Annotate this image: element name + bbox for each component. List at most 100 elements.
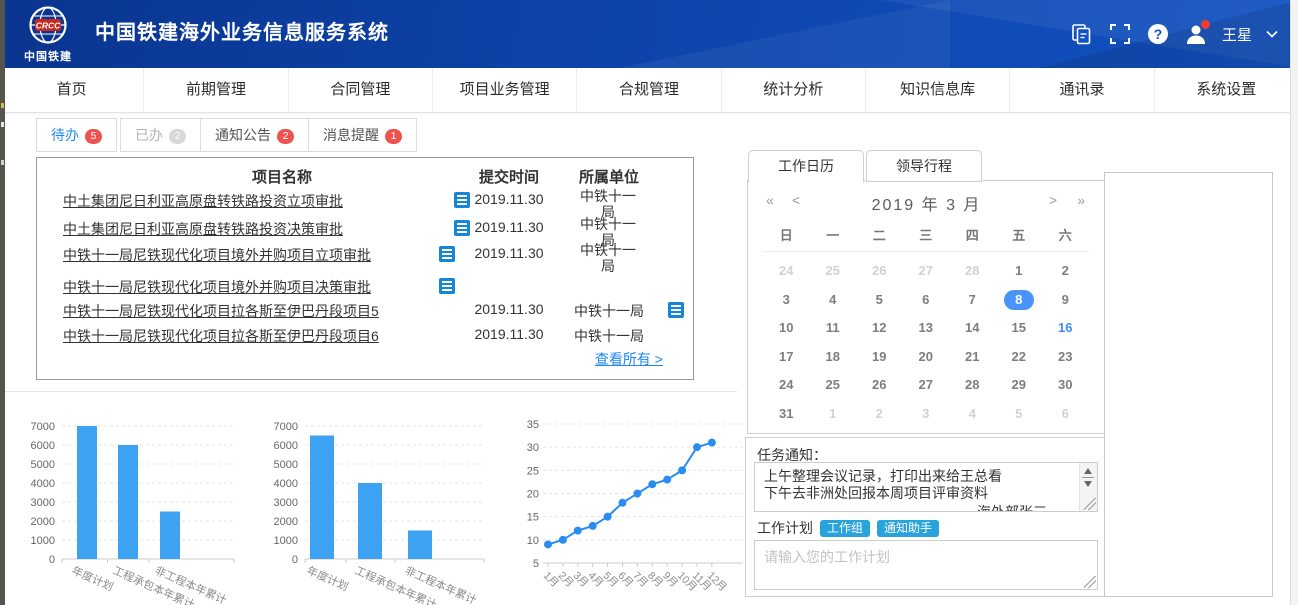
nav-item-contacts[interactable]: 通讯录 [1010, 68, 1154, 112]
calendar-day[interactable]: 24 [763, 257, 810, 286]
calendar-day[interactable]: 5 [856, 286, 903, 315]
calendar-day[interactable]: 3 [763, 286, 810, 315]
svg-text:4000: 4000 [31, 478, 55, 490]
calendar-day[interactable]: 3 [903, 400, 950, 429]
calendar-day[interactable]: 18 [810, 343, 857, 372]
table-row: 中铁十一局尼铁现代化项目境外并购项目立项审批2019.11.30中铁十一局 [37, 245, 693, 265]
calendar-day[interactable]: 31 [763, 400, 810, 429]
calendar-day[interactable]: 26 [856, 257, 903, 286]
nav-item-pre-stage[interactable]: 前期管理 [144, 68, 288, 112]
project-name-link[interactable]: 中土集团尼日利亚高原盘转铁路投资立项审批 [63, 191, 343, 211]
nav-item-home[interactable]: 首页 [0, 68, 144, 112]
user-name[interactable]: 王星 [1222, 24, 1252, 45]
calendar-day[interactable]: 6 [903, 286, 950, 315]
calendar-day[interactable]: 25 [810, 257, 857, 286]
view-all-link[interactable]: 查看所有 > [595, 349, 663, 369]
calendar-day[interactable]: 29 [996, 371, 1043, 400]
calendar-day[interactable]: 22 [996, 343, 1043, 372]
table-row: 中铁十一局尼铁现代化项目拉各斯至伊巴丹段项目52019.11.30中铁十一局 [37, 301, 693, 321]
nav-item-statistics[interactable]: 统计分析 [722, 68, 866, 112]
tab-notice[interactable]: 通知公告2 [200, 118, 309, 152]
scroll-down-icon[interactable] [1084, 481, 1092, 487]
calendar-day[interactable]: 1 [996, 257, 1043, 286]
work-plan-placeholder: 请输入您的工作计划 [764, 547, 890, 567]
project-name-link[interactable]: 中土集团尼日利亚高原盘转铁路投资决策审批 [63, 219, 343, 239]
calendar-day[interactable]: 2 [856, 400, 903, 429]
calendar-day[interactable]: 7 [949, 286, 996, 315]
calendar-day[interactable]: 4 [810, 286, 857, 315]
nav-item-contract[interactable]: 合同管理 [289, 68, 433, 112]
prev-month-button[interactable]: < [788, 192, 804, 208]
crcc-logo[interactable]: CRCC 中国铁建 [18, 5, 78, 65]
calendar-day[interactable]: 23 [1042, 343, 1089, 372]
next-month-button[interactable]: > [1045, 192, 1061, 208]
calendar-day[interactable]: 17 [763, 343, 810, 372]
calendar-day[interactable]: 13 [903, 314, 950, 343]
resize-handle-icon[interactable] [1084, 576, 1096, 588]
notify-assistant-button[interactable]: 通知助手 [877, 520, 939, 537]
svg-text:12月: 12月 [705, 570, 729, 594]
calendar-day[interactable]: 4 [949, 400, 996, 429]
tab-work-calendar[interactable]: 工作日历 [748, 150, 864, 183]
project-name-link[interactable]: 中铁十一局尼铁现代化项目拉各斯至伊巴丹段项目6 [63, 326, 379, 346]
task-line: 下午去非洲处回报本周项目评审资料 [764, 485, 1073, 502]
next-year-button[interactable]: » [1073, 192, 1089, 208]
tab-done[interactable]: 已办2 [120, 118, 201, 152]
chevron-down-icon[interactable] [1266, 30, 1278, 38]
calendar-day[interactable]: 28 [949, 371, 996, 400]
nav-item-settings[interactable]: 系统设置 [1155, 68, 1298, 112]
project-name-link[interactable]: 中铁十一局尼铁现代化项目境外并购项目决策审批 [63, 277, 371, 297]
calendar-day[interactable]: 11 [810, 314, 857, 343]
help-icon[interactable]: ? [1146, 22, 1170, 46]
calendar-day[interactable]: 2 [1042, 257, 1089, 286]
column-header-project-name: 项目名称 [67, 166, 497, 187]
calendar-day[interactable]: 24 [763, 371, 810, 400]
calendar-day[interactable]: 27 [903, 371, 950, 400]
work-plan-textarea[interactable]: 请输入您的工作计划 [754, 540, 1098, 590]
project-name-link[interactable]: 中铁十一局尼铁现代化项目境外并购项目立项审批 [63, 245, 371, 265]
task-notice-textarea[interactable]: 上午整理会议记录，打印出来给王总看下午去非洲处回报本周项目评审资料 海外部张三 [754, 462, 1098, 512]
form-icon[interactable] [439, 278, 455, 294]
form-icon[interactable] [668, 302, 684, 318]
calendar-day[interactable]: 9 [1042, 286, 1089, 315]
calendar-day[interactable]: 30 [1042, 371, 1089, 400]
fullscreen-icon[interactable] [1108, 22, 1132, 46]
prev-year-button[interactable]: « [762, 192, 778, 208]
calendar-day[interactable]: 19 [856, 343, 903, 372]
nav-item-compliance[interactable]: 合规管理 [577, 68, 721, 112]
calendar-day[interactable]: 5 [996, 400, 1043, 429]
calendar-day[interactable]: 6 [1042, 400, 1089, 429]
weekday-label: 二 [856, 225, 903, 251]
line-chart-monthly: 51015202530351月2月3月4月5月6月7月8月9月10月11月12月 [503, 402, 751, 605]
work-group-button[interactable]: 工作组 [820, 520, 870, 537]
svg-text:?: ? [1154, 26, 1163, 42]
calendar-day[interactable]: 28 [949, 257, 996, 286]
calendar-day[interactable]: 8 [996, 286, 1043, 315]
nav-item-knowledge[interactable]: 知识信息库 [866, 68, 1010, 112]
header-actions: ? 王星 [1070, 0, 1278, 68]
tab-todo[interactable]: 待办5 [36, 118, 117, 152]
user-icon[interactable] [1184, 22, 1208, 46]
calendar-day[interactable]: 10 [763, 314, 810, 343]
page-title: 中国铁建海外业务信息服务系统 [95, 0, 389, 68]
calendar-day[interactable]: 25 [810, 371, 857, 400]
copy-icon[interactable] [1070, 22, 1094, 46]
nav-item-project-business[interactable]: 项目业务管理 [433, 68, 577, 112]
calendar-day[interactable]: 12 [856, 314, 903, 343]
calendar-day[interactable]: 14 [949, 314, 996, 343]
calendar-day[interactable]: 21 [949, 343, 996, 372]
calendar-day[interactable]: 15 [996, 314, 1043, 343]
calendar-day[interactable]: 20 [903, 343, 950, 372]
calendar-day[interactable]: 26 [856, 371, 903, 400]
svg-text:0: 0 [49, 554, 55, 566]
weekday-label: 日 [763, 225, 810, 251]
calendar-day[interactable]: 27 [903, 257, 950, 286]
calendar-day[interactable]: 16 [1042, 314, 1089, 343]
tab-message[interactable]: 消息提醒1 [308, 118, 417, 152]
calendar-day[interactable]: 1 [810, 400, 857, 429]
scrollbar[interactable] [1079, 463, 1097, 511]
resize-handle-icon[interactable] [1084, 498, 1096, 510]
tab-leader-schedule[interactable]: 领导行程 [866, 150, 982, 182]
scroll-up-icon[interactable] [1084, 468, 1092, 474]
project-name-link[interactable]: 中铁十一局尼铁现代化项目拉各斯至伊巴丹段项目5 [63, 301, 379, 321]
